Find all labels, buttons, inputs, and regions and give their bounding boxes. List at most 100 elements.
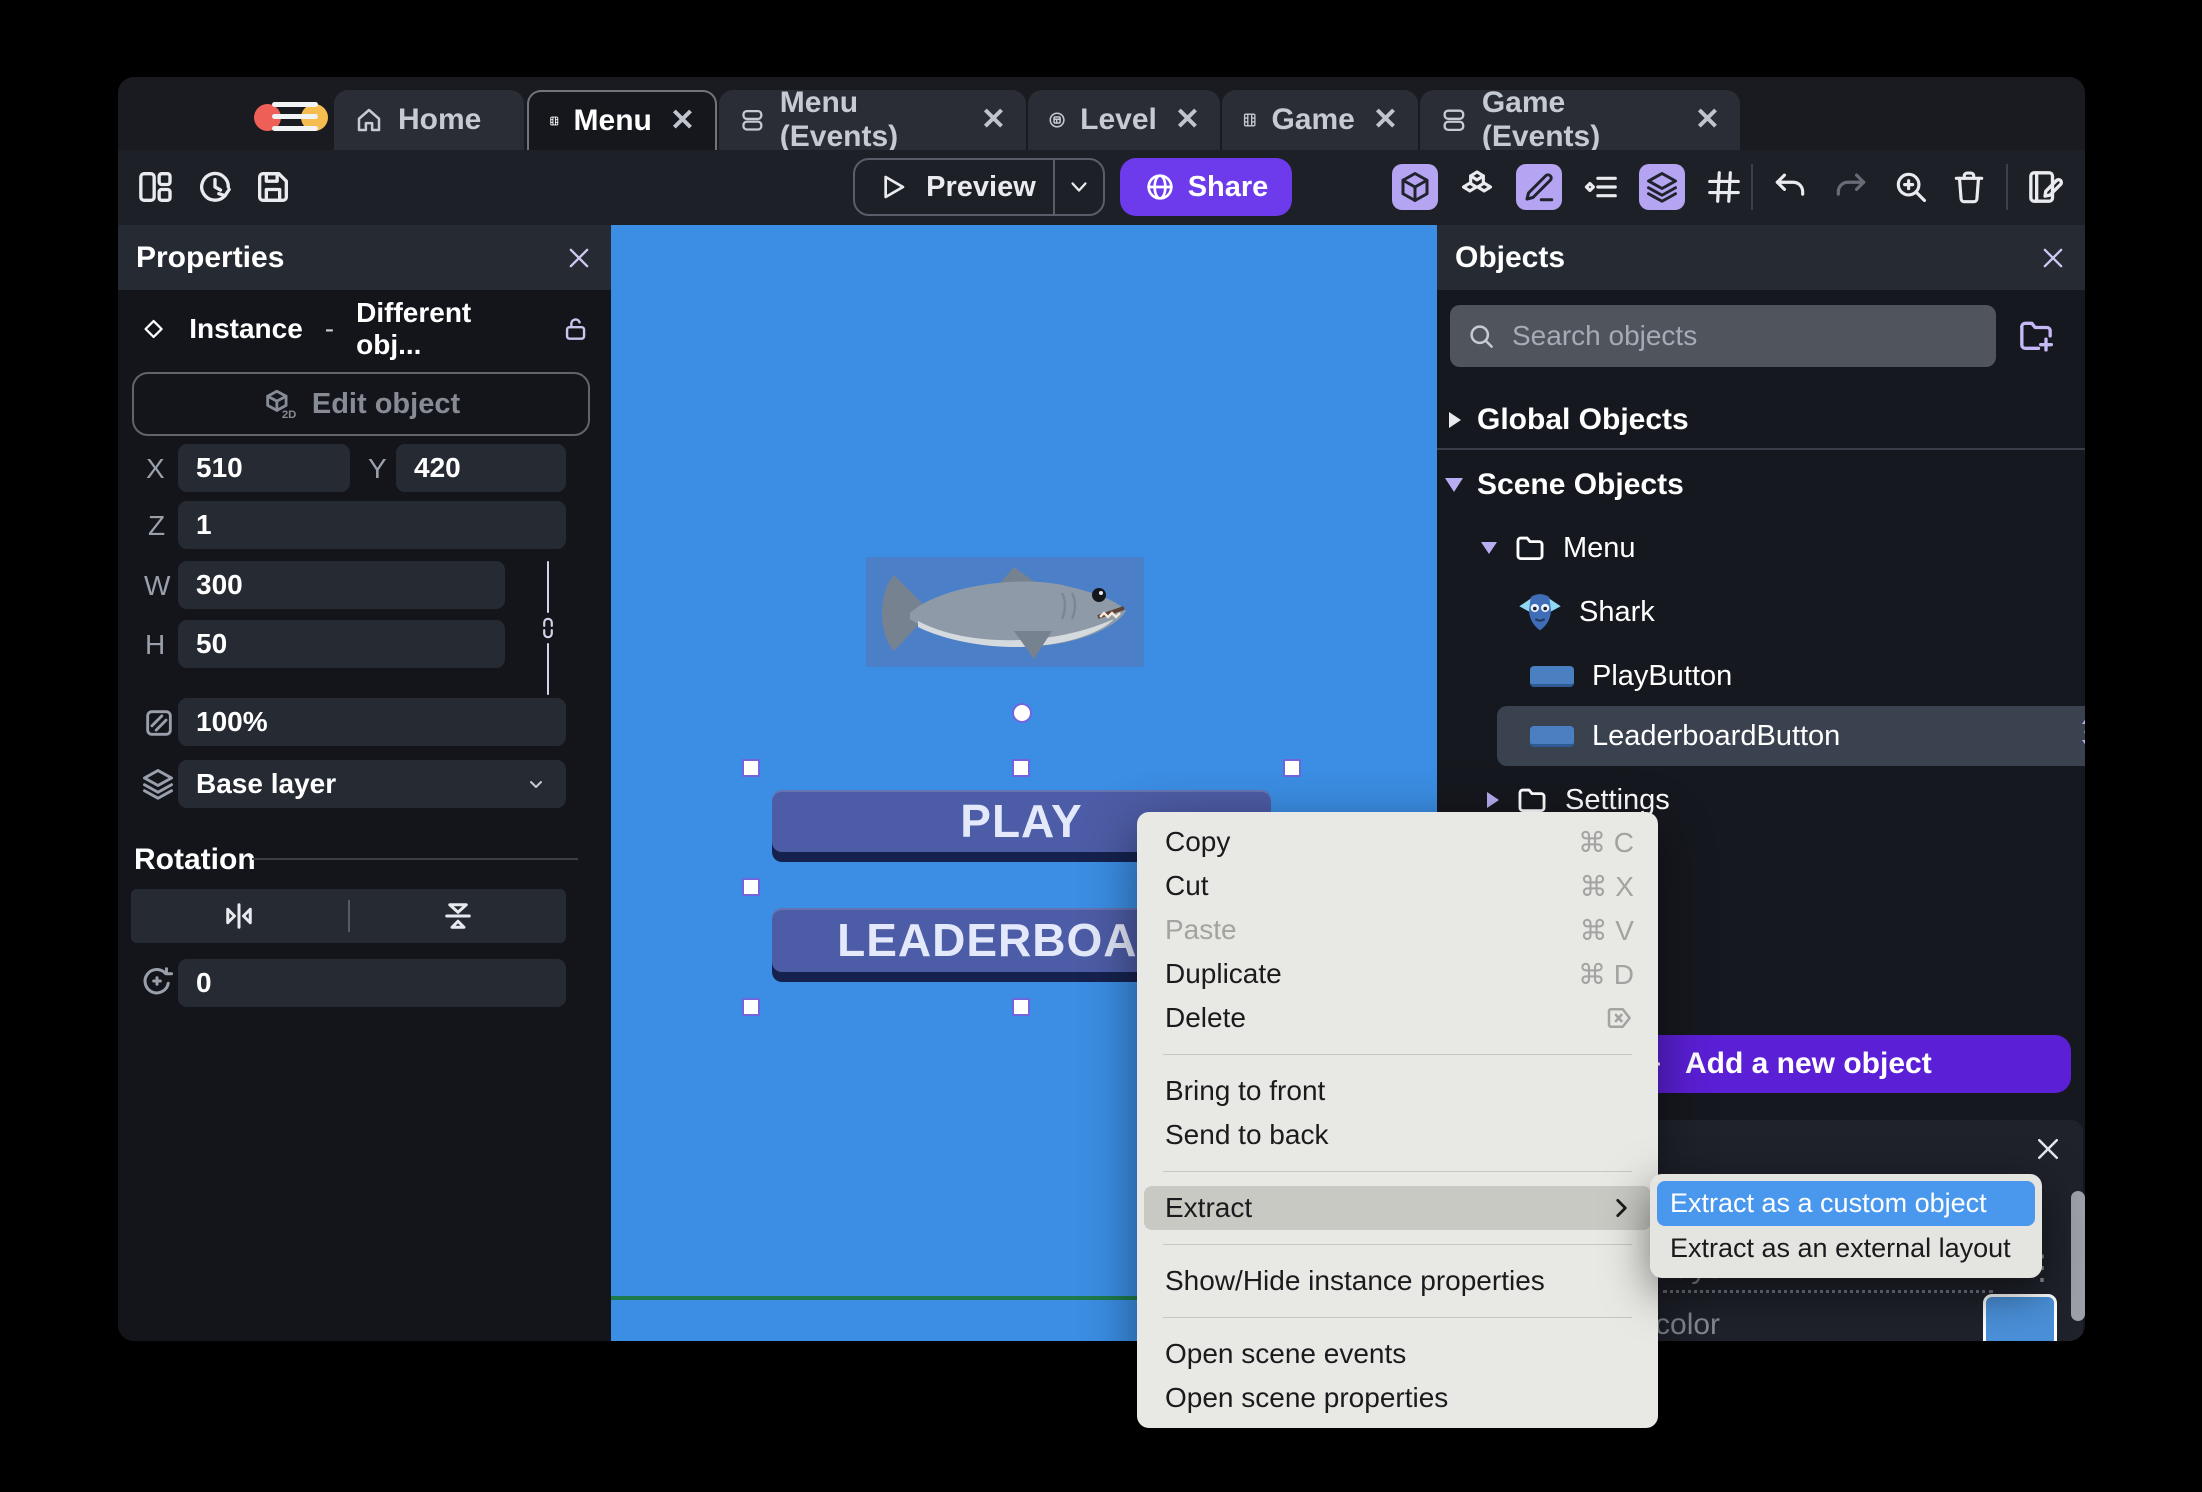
search-bar [1450, 305, 1996, 367]
y-input[interactable]: 420 [396, 444, 566, 492]
extract-submenu: Extract as a custom object Extract as an… [1650, 1174, 2042, 1278]
tree-section-scene-objects[interactable]: Scene Objects [1437, 455, 2085, 515]
menu-item-label: Duplicate [1165, 958, 1282, 989]
menu-item-open-scene-events[interactable]: Open scene events [1137, 1332, 1658, 1376]
menu-item-extract[interactable]: Extract [1144, 1186, 1651, 1230]
rotation-input[interactable]: 0 [178, 959, 566, 1007]
rotation-value: 0 [196, 967, 212, 998]
share-button[interactable]: Share [1120, 158, 1292, 216]
pencil-icon[interactable] [1516, 164, 1562, 210]
version-history-icon[interactable] [192, 164, 238, 210]
tree-divider [1437, 448, 2085, 450]
edit-notes-icon[interactable] [2022, 164, 2068, 210]
submenu-item-extract-custom-object[interactable]: Extract as a custom object [1657, 1181, 2035, 1226]
menu-item-delete[interactable]: Delete [1137, 996, 1658, 1040]
instances-list-icon[interactable] [1578, 164, 1624, 210]
tab-game-events[interactable]: Game (Events) ✕ [1420, 86, 1740, 153]
tree-section-global-objects[interactable]: Global Objects [1437, 390, 2085, 450]
selection-handle-top-right[interactable] [1283, 759, 1301, 777]
preview-button[interactable]: Preview [853, 158, 1105, 216]
blocks-icon[interactable] [1454, 164, 1500, 210]
close-icon[interactable]: ✕ [1373, 105, 1398, 135]
menu-item-open-scene-properties[interactable]: Open scene properties [1137, 1376, 1658, 1420]
h-input[interactable]: 50 [178, 620, 505, 668]
menu-item-copy[interactable]: Copy ⌘ C [1137, 820, 1658, 864]
tab-label: Level [1080, 103, 1157, 136]
save-icon[interactable] [250, 164, 296, 210]
tree-folder-menu[interactable]: Menu [1437, 518, 2085, 578]
menu-item-cut[interactable]: Cut ⌘ X [1137, 864, 1658, 908]
selection-handle-bottom-left[interactable] [742, 998, 760, 1016]
close-icon[interactable]: ✕ [981, 105, 1006, 135]
instance-header-row: Instance - Different obj... [140, 297, 590, 360]
trash-icon[interactable] [1946, 164, 1992, 210]
opacity-input[interactable]: 100% [178, 698, 566, 746]
search-input[interactable] [1510, 319, 1980, 353]
tab-level[interactable]: Level ✕ [1028, 90, 1220, 150]
grid-icon[interactable] [1701, 164, 1747, 210]
tree-item-label: LeaderboardButton [1592, 719, 1841, 752]
tab-menu[interactable]: Menu ✕ [527, 90, 717, 150]
x-input[interactable]: 510 [178, 444, 350, 492]
close-icon[interactable] [565, 244, 593, 272]
section-label: Global Objects [1477, 403, 1689, 436]
z-value: 1 [196, 509, 212, 540]
background-color-swatch[interactable] [1983, 1294, 2057, 1341]
tab-menu-events[interactable]: Menu (Events) ✕ [719, 86, 1026, 153]
film-icon [550, 116, 559, 126]
menu-item-show-hide-instance-properties[interactable]: Show/Hide instance properties [1137, 1259, 1658, 1303]
flip-vertical-button[interactable] [350, 898, 567, 934]
kebab-menu-icon[interactable] [2077, 715, 2085, 757]
link-line-bottom [546, 643, 550, 695]
level-icon [1049, 112, 1065, 128]
menu-item-paste[interactable]: Paste ⌘ V [1137, 908, 1658, 952]
menu-item-duplicate[interactable]: Duplicate ⌘ D [1137, 952, 1658, 996]
menu-item-label: Copy [1165, 826, 1231, 857]
w-value: 300 [196, 569, 243, 600]
tree-object-leaderboardbutton[interactable]: LeaderboardButton [1497, 706, 2085, 766]
menu-item-send-to-back[interactable]: Send to back [1137, 1113, 1658, 1157]
layout-panels-icon[interactable] [132, 164, 178, 210]
close-icon[interactable]: ✕ [1695, 105, 1720, 135]
edit-object-button[interactable]: 2D Edit object [132, 372, 590, 436]
hamburger-menu-icon[interactable] [272, 102, 318, 132]
close-icon[interactable]: ✕ [670, 106, 695, 136]
selection-handle-top-center[interactable] [1012, 759, 1030, 777]
add-new-object-button[interactable]: Add a new object [1599, 1035, 2071, 1093]
scrollbar-thumb[interactable] [2071, 1191, 2085, 1321]
selection-handle-top-left[interactable] [742, 759, 760, 777]
tab-game[interactable]: Game ✕ [1222, 90, 1418, 150]
globe-icon [1147, 174, 1173, 200]
instance-separator: - [324, 313, 335, 344]
rotation-section-title: Rotation [134, 843, 256, 876]
layers-small-icon [143, 769, 173, 800]
redo-icon[interactable] [1828, 164, 1874, 210]
chevron-down-icon [1481, 542, 1497, 554]
close-icon[interactable]: ✕ [1175, 105, 1200, 135]
lock-open-icon[interactable] [561, 314, 590, 344]
submenu-item-extract-external-layout[interactable]: Extract as an external layout [1657, 1226, 2035, 1271]
cube-3d-icon[interactable] [1392, 164, 1438, 210]
properties-title: Properties [136, 240, 285, 274]
shark-sprite[interactable] [866, 557, 1144, 667]
undo-icon[interactable] [1767, 164, 1813, 210]
tab-home[interactable]: Home [334, 90, 524, 150]
search-icon [1470, 325, 1493, 348]
tree-object-playbutton[interactable]: PlayButton [1437, 646, 2085, 706]
layer-select[interactable]: Base layer [178, 760, 566, 808]
rotate-handle[interactable] [1012, 703, 1032, 723]
preview-dropdown-button[interactable] [1055, 173, 1103, 201]
chevron-down-icon [530, 781, 542, 788]
selection-handle-bottom-center[interactable] [1012, 998, 1030, 1016]
zoom-in-icon[interactable] [1888, 164, 1934, 210]
w-input[interactable]: 300 [178, 561, 505, 609]
close-icon[interactable] [2039, 244, 2067, 272]
z-input[interactable]: 1 [178, 501, 566, 549]
flip-horizontal-button[interactable] [131, 898, 348, 934]
tree-object-shark[interactable]: Shark [1437, 582, 2085, 642]
close-icon[interactable] [2033, 1134, 2063, 1164]
menu-item-bring-to-front[interactable]: Bring to front [1137, 1069, 1658, 1113]
selection-handle-mid-left[interactable] [742, 878, 760, 896]
add-folder-icon[interactable] [2016, 315, 2056, 360]
layers-icon[interactable] [1639, 164, 1685, 210]
